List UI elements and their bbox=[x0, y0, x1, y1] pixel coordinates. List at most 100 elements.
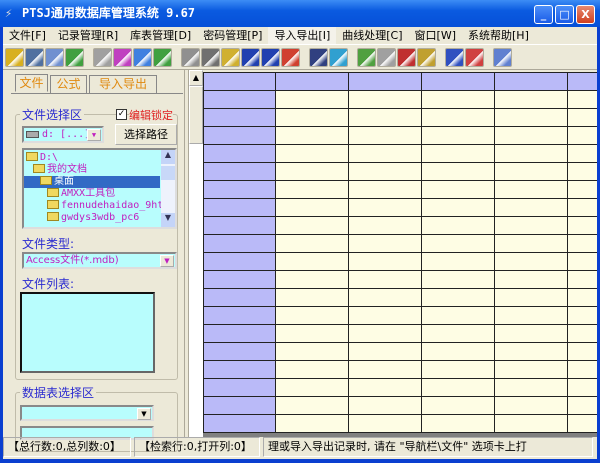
grid-cell[interactable] bbox=[494, 198, 568, 217]
sort-icon[interactable] bbox=[465, 47, 484, 67]
grid-cell[interactable] bbox=[275, 126, 349, 145]
grid-cell[interactable] bbox=[275, 90, 349, 109]
scissors-icon[interactable] bbox=[201, 47, 220, 67]
grid-cell[interactable] bbox=[567, 288, 597, 307]
grid-cell[interactable] bbox=[348, 162, 422, 181]
grid-cell[interactable] bbox=[275, 252, 349, 271]
grid-cell[interactable] bbox=[348, 198, 422, 217]
row-header[interactable] bbox=[203, 342, 276, 361]
vertical-scrollbar[interactable]: ▲ bbox=[188, 70, 203, 437]
grid-cell[interactable] bbox=[567, 126, 597, 145]
grid-cell[interactable] bbox=[348, 108, 422, 127]
refresh-icon[interactable] bbox=[153, 47, 172, 67]
grid-cell[interactable] bbox=[275, 234, 349, 253]
grid-cell[interactable] bbox=[275, 216, 349, 235]
grid-cell[interactable] bbox=[494, 252, 568, 271]
grid-cell[interactable] bbox=[275, 198, 349, 217]
row-header[interactable] bbox=[203, 378, 276, 397]
lock-icon[interactable] bbox=[417, 47, 436, 67]
grid-cell[interactable] bbox=[275, 288, 349, 307]
row-header[interactable] bbox=[203, 216, 276, 235]
copy-icon[interactable] bbox=[45, 47, 64, 67]
grid-cell[interactable] bbox=[421, 378, 495, 397]
grid-cell[interactable] bbox=[421, 252, 495, 271]
column-header[interactable] bbox=[203, 72, 276, 91]
grid-cell[interactable] bbox=[494, 342, 568, 361]
data-grid[interactable] bbox=[203, 72, 597, 437]
tree-scrollbar[interactable]: ▲ ▼ bbox=[161, 150, 175, 227]
drive-select[interactable]: d: [...] ▼ bbox=[22, 126, 104, 143]
grid-cell[interactable] bbox=[421, 414, 495, 433]
menu-item[interactable]: 系统帮助[H] bbox=[462, 27, 535, 44]
grid-cell[interactable] bbox=[494, 378, 568, 397]
grid-cell[interactable] bbox=[275, 324, 349, 343]
row-header[interactable] bbox=[203, 396, 276, 415]
column-header[interactable] bbox=[494, 72, 568, 91]
grid-cell[interactable] bbox=[494, 180, 568, 199]
row-header[interactable] bbox=[203, 288, 276, 307]
grid-cell[interactable] bbox=[494, 90, 568, 109]
grid-cell[interactable] bbox=[275, 108, 349, 127]
tab-formula[interactable]: 公式 bbox=[50, 75, 87, 93]
grid-cell[interactable] bbox=[421, 342, 495, 361]
computer-icon[interactable] bbox=[25, 47, 44, 67]
grid-cell[interactable] bbox=[348, 324, 422, 343]
grid-cell[interactable] bbox=[275, 180, 349, 199]
grid-cell[interactable] bbox=[567, 198, 597, 217]
grid-cell[interactable] bbox=[567, 270, 597, 289]
menu-item[interactable]: 库表管理[D] bbox=[124, 27, 197, 44]
row-header[interactable] bbox=[203, 198, 276, 217]
grid-cell[interactable] bbox=[567, 414, 597, 433]
tools-icon[interactable] bbox=[93, 47, 112, 67]
grid-cell[interactable] bbox=[348, 270, 422, 289]
column-header[interactable] bbox=[421, 72, 495, 91]
scroll-thumb[interactable] bbox=[161, 166, 175, 180]
grid-cell[interactable] bbox=[348, 144, 422, 163]
chevron-down-icon[interactable]: ▼ bbox=[137, 408, 151, 420]
folder-tree[interactable]: D:\ 我的文档 桌面 AMXX工具包 fennudehaidao_9ht.c gwdys… bbox=[22, 148, 177, 229]
book-icon[interactable] bbox=[241, 47, 260, 67]
grid-cell[interactable] bbox=[567, 360, 597, 379]
file-type-select[interactable]: Access文件(*.mdb) ▼ bbox=[22, 252, 177, 269]
menu-item[interactable]: 文件[F] bbox=[3, 27, 52, 44]
grid-cell[interactable] bbox=[348, 288, 422, 307]
chevron-down-icon[interactable]: ▼ bbox=[160, 255, 174, 267]
column-header[interactable] bbox=[275, 72, 349, 91]
scroll-down-icon[interactable]: ▼ bbox=[161, 213, 175, 227]
grid-cell[interactable] bbox=[421, 162, 495, 181]
grid-cell[interactable] bbox=[275, 270, 349, 289]
import-icon[interactable] bbox=[329, 47, 348, 67]
grid-cell[interactable] bbox=[348, 360, 422, 379]
row-header[interactable] bbox=[203, 324, 276, 343]
menu-item[interactable]: 曲线处理[C] bbox=[336, 27, 408, 44]
arrow-icon[interactable] bbox=[445, 47, 464, 67]
choose-path-button[interactable]: 选择路径 bbox=[115, 124, 177, 145]
tree-node[interactable]: fennudehaidao_9ht.c bbox=[24, 200, 175, 212]
grid-cell[interactable] bbox=[567, 216, 597, 235]
column-header[interactable] bbox=[567, 72, 597, 91]
file-list[interactable] bbox=[20, 292, 155, 373]
grid-cell[interactable] bbox=[275, 306, 349, 325]
scroll-up-icon[interactable]: ▲ bbox=[161, 150, 175, 164]
grid-cell[interactable] bbox=[421, 306, 495, 325]
row-header[interactable] bbox=[203, 126, 276, 145]
grid-cell[interactable] bbox=[494, 234, 568, 253]
grid-cell[interactable] bbox=[567, 306, 597, 325]
table-select[interactable]: ▼ bbox=[20, 405, 154, 421]
grid-cell[interactable] bbox=[348, 234, 422, 253]
grid-cell[interactable] bbox=[567, 378, 597, 397]
grid-cell[interactable] bbox=[275, 144, 349, 163]
tree-node[interactable]: 我的文档 bbox=[24, 164, 160, 176]
grid-cell[interactable] bbox=[567, 90, 597, 109]
scroll-up-icon[interactable]: ▲ bbox=[189, 70, 203, 86]
menu-item[interactable]: 密码管理[P] bbox=[197, 27, 268, 44]
row-header[interactable] bbox=[203, 414, 276, 433]
grid-cell[interactable] bbox=[494, 162, 568, 181]
menu-item[interactable]: 导入导出[I] bbox=[268, 27, 337, 44]
grid-cell[interactable] bbox=[421, 396, 495, 415]
tree-node[interactable]: D:\ bbox=[24, 152, 160, 164]
grid-cell[interactable] bbox=[567, 252, 597, 271]
grid-cell[interactable] bbox=[494, 270, 568, 289]
row-header[interactable] bbox=[203, 270, 276, 289]
menu-item[interactable]: 记录管理[R] bbox=[52, 27, 124, 44]
